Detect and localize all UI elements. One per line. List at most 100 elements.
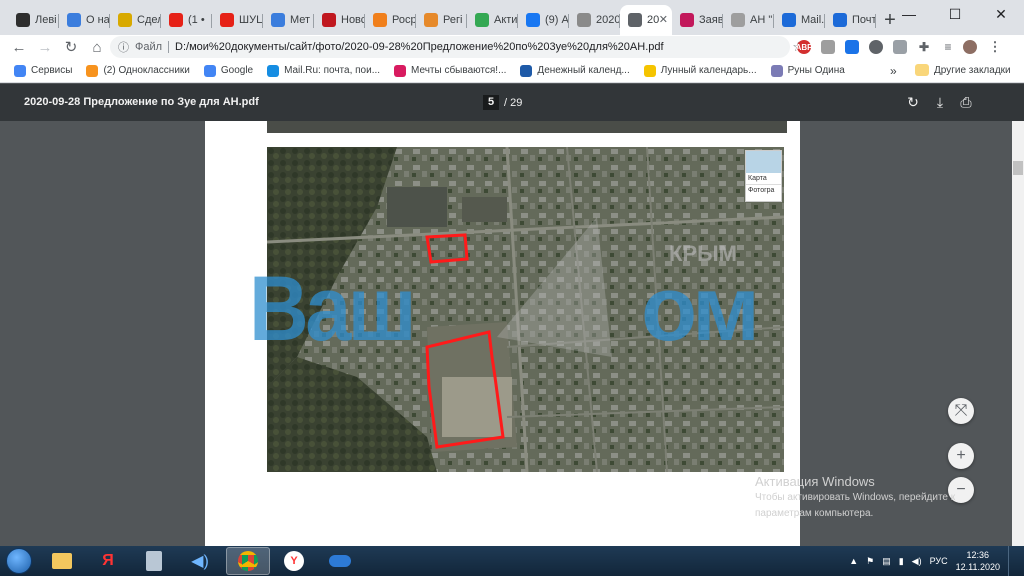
url-text[interactable]: D:/мои%20документы/сайт/фото/2020-09-28%…	[175, 41, 664, 53]
folder-icon	[52, 553, 72, 569]
tab-favicon-icon	[680, 13, 694, 27]
bookmark-item[interactable]: Мечты сбываются!...	[394, 64, 506, 77]
tab-label: Мет	[290, 14, 311, 26]
tab[interactable]: (9) А	[518, 5, 569, 35]
calculator-icon	[146, 551, 162, 571]
tab[interactable]: Акти	[467, 5, 518, 35]
tab-label: Новс	[341, 14, 365, 26]
print-icon[interactable]: ⎙	[958, 94, 974, 110]
previous-map-image	[267, 121, 787, 133]
media-icon[interactable]: ≡	[941, 40, 955, 54]
layer-photo-label[interactable]: Фотогра	[746, 185, 781, 196]
close-tab-icon[interactable]: ✕	[659, 13, 668, 26]
tab-label: Почт	[852, 14, 876, 26]
activation-line2: параметрам компьютера.	[755, 508, 874, 519]
close-window-button[interactable]: ✕	[978, 0, 1024, 28]
watermark: Ваш ом КРЫМ	[249, 241, 789, 360]
start-button[interactable]	[6, 548, 32, 574]
taskbar-explorer[interactable]	[40, 547, 84, 575]
tray-arrow-icon[interactable]: ▲	[849, 556, 858, 566]
tab[interactable]: АН "	[723, 5, 774, 35]
forward-icon[interactable]: →	[32, 35, 58, 59]
minus-icon: −	[956, 481, 966, 498]
taskbar-calculator[interactable]	[132, 547, 176, 575]
bookmark-item[interactable]: Руны Одина	[770, 64, 845, 77]
tab[interactable]: Роср	[365, 5, 416, 35]
layer-map-label[interactable]: Карта	[746, 173, 781, 185]
tab[interactable]: Почт	[825, 5, 876, 35]
browser-toolbar: ← → ↻ ⌂ ⓘ Файл D:/мои%20документы/сайт/ф…	[0, 35, 1024, 59]
tab-favicon-icon	[16, 13, 30, 27]
extension-icon[interactable]	[845, 40, 859, 54]
system-tray: ▲ ⚑ ▤ ▮ ◀) РУС 12:36 12.11.2020	[849, 546, 1016, 576]
watermark-right-text: ом	[641, 258, 760, 360]
extension-icon[interactable]	[821, 40, 835, 54]
map-layer-switcher[interactable]: Карта Фотогра	[745, 150, 782, 202]
network-icon[interactable]: ▤	[882, 556, 891, 567]
scrollbar-thumb[interactable]	[1013, 161, 1023, 175]
tab[interactable]: Новс	[314, 5, 365, 35]
tab[interactable]: ШУЦ	[212, 5, 263, 35]
tab[interactable]: Сдел	[110, 5, 161, 35]
tab-favicon-icon	[220, 13, 234, 27]
tab[interactable]: О на	[59, 5, 110, 35]
bookmark-item[interactable]: Google	[203, 64, 253, 77]
tab[interactable]: 20 ✕	[620, 5, 672, 35]
bookmarks-bar: Сервисы (2) Одноклассники Google Mail.Ru: п…	[0, 59, 1024, 83]
zoom-in-button[interactable]: +	[948, 443, 974, 469]
pdf-title: 2020-09-28 Предложение по Зуе для АН.pdf	[24, 96, 259, 108]
signal-icon[interactable]: ▮	[899, 556, 904, 567]
tab-favicon-icon	[628, 13, 642, 27]
tab[interactable]: Регі	[416, 5, 467, 35]
other-bookmarks[interactable]: Другие закладки	[915, 64, 1011, 76]
tab[interactable]: 2020	[569, 5, 620, 35]
home-icon[interactable]: ⌂	[84, 35, 110, 59]
download-icon[interactable]: ⤓	[932, 94, 948, 110]
taskbar-app[interactable]	[318, 547, 362, 575]
kebab-menu-icon[interactable]: ⋮	[988, 39, 1002, 54]
tab-favicon-icon	[271, 13, 285, 27]
address-bar[interactable]: ⓘ Файл D:/мои%20документы/сайт/фото/2020…	[110, 36, 804, 58]
clock[interactable]: 12:36 12.11.2020	[956, 549, 1000, 573]
back-icon[interactable]: ←	[6, 35, 32, 59]
taskbar: Я ◀) Y ▲ ⚑ ▤ ▮ ◀) РУС 12:36 12.11.2020	[0, 546, 1024, 576]
info-icon[interactable]: ⓘ	[118, 39, 129, 55]
rotate-icon[interactable]: ↻	[905, 94, 921, 110]
fit-to-page-button[interactable]: ⤧	[948, 398, 974, 424]
adblock-icon[interactable]: ABP	[796, 40, 812, 54]
bookmark-item[interactable]: Лунный календарь...	[643, 64, 757, 77]
tab-label: Mail.	[801, 14, 825, 26]
reload-icon[interactable]: ↻	[58, 35, 84, 59]
tab[interactable]: (1 •	[161, 5, 212, 35]
tab[interactable]: Мет	[263, 5, 314, 35]
taskbar-yandex[interactable]: Я	[86, 547, 130, 575]
bookmark-item[interactable]: (2) Одноклассники	[86, 64, 190, 77]
tab[interactable]: Mail.	[774, 5, 825, 35]
extension-icon[interactable]	[893, 40, 907, 54]
bookmark-item[interactable]: Mail.Ru: почта, пои...	[267, 64, 380, 77]
tab[interactable]: Леві	[8, 5, 59, 35]
minimize-button[interactable]: —	[886, 0, 932, 28]
fit-icon: ⤧	[954, 402, 968, 419]
bookmark-item[interactable]: Денежный календ...	[520, 64, 630, 77]
taskbar-yandex-browser[interactable]: Y	[272, 547, 316, 575]
tab-label: (1 •	[188, 14, 205, 26]
show-desktop-button[interactable]	[1008, 546, 1016, 576]
page-number-input[interactable]: 5	[483, 95, 499, 110]
bookmark-item[interactable]: Сервисы	[14, 64, 72, 77]
tab-label: Заяв	[699, 14, 723, 26]
maximize-button[interactable]: ☐	[932, 0, 978, 28]
avatar[interactable]	[963, 40, 977, 54]
language-indicator[interactable]: РУС	[930, 556, 948, 566]
bookmarks-more-button[interactable]: »	[890, 64, 897, 78]
taskbar-media[interactable]: ◀)	[178, 547, 222, 575]
tab-label: АН "	[750, 14, 773, 26]
extension-icon[interactable]	[869, 40, 883, 54]
app-icon	[329, 555, 351, 567]
tab[interactable]: Заяв	[672, 5, 723, 35]
puzzle-icon[interactable]: ✚	[917, 40, 931, 54]
vertical-scrollbar[interactable]	[1012, 121, 1024, 546]
volume-icon[interactable]: ◀)	[912, 556, 922, 567]
taskbar-chrome[interactable]	[226, 547, 270, 575]
flag-icon[interactable]: ⚑	[866, 556, 874, 567]
